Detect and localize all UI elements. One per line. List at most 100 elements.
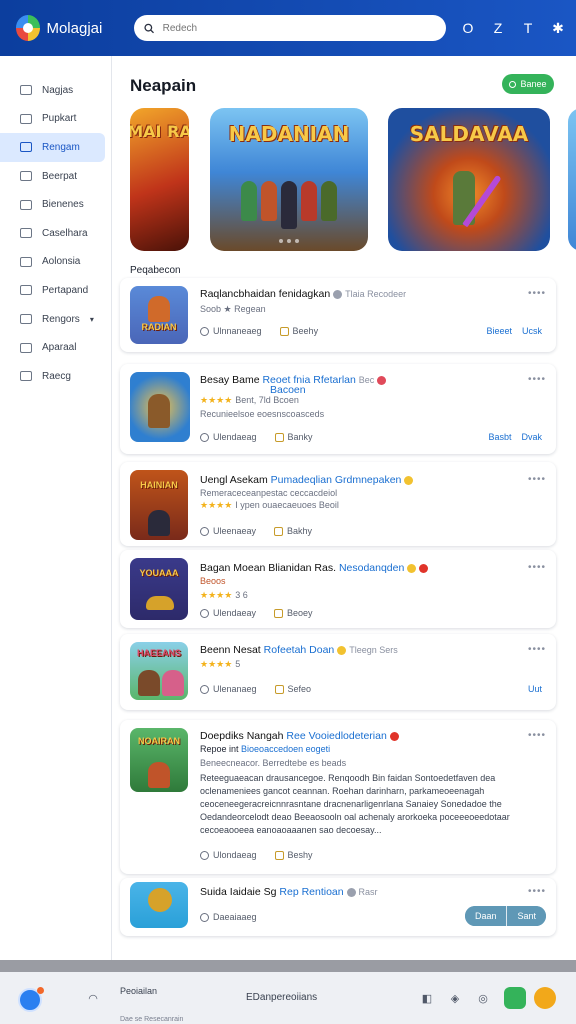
more-icon[interactable]: •••• bbox=[528, 562, 546, 573]
item-meta: Daeaiaaeg bbox=[200, 912, 257, 922]
sidebar-item-rengors[interactable]: Rengors ▾ bbox=[0, 305, 105, 334]
grid-icon bbox=[20, 142, 32, 153]
banner-characters bbox=[388, 171, 550, 231]
item-actions: Basbt Dvak bbox=[488, 432, 542, 442]
thumbs-up-icon[interactable]: ◧ bbox=[420, 992, 434, 1006]
section-label: Peqabecon bbox=[130, 265, 181, 276]
list-item[interactable]: YOUAAA Bagan Moean Blianidan Ras. Nesoda… bbox=[120, 550, 556, 628]
notification-icon[interactable] bbox=[534, 987, 556, 1009]
item-subtitle-second: Beneecneacor. Berredtebe es beads bbox=[200, 758, 347, 768]
sidebar-item-label: Aparaal bbox=[42, 342, 77, 354]
sidebar-item-caselhara[interactable]: Caselhara bbox=[0, 219, 105, 248]
rating-stars: ★★★★ Bent, 7ld Bcoen bbox=[200, 395, 299, 405]
character-figure bbox=[138, 670, 160, 696]
character-figure bbox=[148, 510, 170, 536]
sidebar-item-label: Caselhara bbox=[42, 227, 88, 239]
sidebar-item-rengam[interactable]: Rengam bbox=[0, 133, 105, 162]
list-item[interactable]: Suida Iaidaie Sg Rep Rentioan Rasr •••• … bbox=[120, 878, 556, 936]
featured-banner[interactable]: SALDAVAA bbox=[388, 108, 550, 251]
item-meta: Uleenaeay Bakhy bbox=[200, 526, 312, 536]
item-subtitle: Recunieelsoe eoesnscoasceds bbox=[200, 409, 325, 419]
list-item[interactable]: NOAIRAN Doepdiks Nangah Ree Vooiedlodete… bbox=[120, 720, 556, 874]
action-link[interactable]: Bieeet bbox=[486, 326, 512, 336]
item-meta: Ulnnaneaeg Beehy bbox=[200, 326, 318, 336]
primary-action-label: Banee bbox=[520, 79, 547, 89]
more-icon[interactable]: •••• bbox=[528, 644, 546, 655]
app-logo-icon[interactable] bbox=[16, 15, 41, 41]
thumbnail-title: HAEEANS bbox=[136, 648, 181, 658]
banner-characters bbox=[210, 181, 368, 229]
game-thumbnail[interactable] bbox=[130, 882, 188, 928]
character-figure bbox=[148, 888, 172, 912]
sidebar-item-raecg[interactable]: Raecg bbox=[0, 362, 105, 391]
search-bar[interactable] bbox=[134, 15, 446, 41]
sidebar-item-pupkart[interactable]: Pupkart bbox=[0, 105, 105, 134]
sidebar-item-nagjas[interactable]: Nagjas bbox=[0, 76, 105, 105]
headset-icon[interactable]: ◠ bbox=[86, 992, 100, 1006]
chat-icon[interactable] bbox=[18, 987, 44, 1012]
action-link[interactable]: Basbt bbox=[488, 432, 511, 442]
share-icon[interactable]: ◎ bbox=[476, 992, 490, 1006]
game-thumbnail[interactable]: HAINIAN bbox=[130, 470, 188, 540]
primary-action-button[interactable]: Banee bbox=[502, 74, 554, 94]
character-figure bbox=[146, 596, 174, 610]
secondary-button[interactable]: Sant bbox=[506, 906, 546, 926]
clock-icon bbox=[200, 684, 209, 694]
featured-banner[interactable] bbox=[568, 108, 576, 251]
download-icon[interactable] bbox=[504, 987, 526, 1009]
more-icon[interactable]: •••• bbox=[528, 288, 546, 299]
game-thumbnail[interactable]: HAEEANS bbox=[130, 642, 188, 700]
item-title: Suida Iaidaie Sg Rep Rentioan Rasr bbox=[200, 886, 378, 898]
more-icon[interactable]: •••• bbox=[528, 374, 546, 385]
filter-icon bbox=[20, 314, 32, 325]
more-icon[interactable]: •••• bbox=[528, 730, 546, 741]
list-item[interactable]: HAINIAN Uengl Asekam Pumadeqlian Grdmnep… bbox=[120, 462, 556, 546]
account-icon[interactable]: O bbox=[460, 20, 476, 37]
character-figure bbox=[321, 181, 337, 221]
sidebar-item-beerpat[interactable]: Beerpat bbox=[0, 162, 105, 191]
clock-icon bbox=[200, 526, 209, 536]
rating-stars: ★★★★ I ypen ouaecaeuoes Beoil bbox=[200, 500, 339, 510]
item-meta: Ulondaeag Beshy bbox=[200, 850, 313, 860]
rating-stars: ★★★★ 3 6 bbox=[200, 590, 248, 600]
location-icon bbox=[20, 342, 32, 353]
chevron-down-icon[interactable]: ▾ bbox=[90, 315, 94, 324]
text-icon[interactable]: T bbox=[520, 20, 536, 37]
action-link[interactable]: Uut bbox=[528, 684, 542, 694]
sidebar-item-label: Pupkart bbox=[42, 113, 77, 125]
game-thumbnail[interactable]: RADIAN bbox=[130, 286, 188, 344]
list-item[interactable]: HAEEANS Beenn Nesat Rofeetah Doan Tleegn… bbox=[120, 634, 556, 710]
game-thumbnail[interactable] bbox=[130, 372, 190, 442]
search-input[interactable] bbox=[160, 21, 436, 35]
game-thumbnail[interactable]: YOUAAA bbox=[130, 558, 188, 620]
banner-title: MAI RA bbox=[130, 122, 189, 141]
sidebar-item-aparaal[interactable]: Aparaal bbox=[0, 333, 105, 362]
sidebar: Nagjas Pupkart Rengam Beerpat Bienenes C… bbox=[0, 56, 112, 960]
carousel-dots[interactable] bbox=[279, 239, 299, 243]
sidebar-item-bienenes[interactable]: Bienenes bbox=[0, 190, 105, 219]
action-link[interactable]: Ucsk bbox=[522, 326, 542, 336]
game-thumbnail[interactable]: NOAIRAN bbox=[130, 728, 188, 792]
item-description: Reteeguaeacan drausancegoe. Renqoodh Bin… bbox=[200, 773, 510, 835]
more-icon[interactable]: •••• bbox=[528, 474, 546, 485]
item-subtitle: Repoe int Bioeoaccedoen eogeti bbox=[200, 744, 331, 754]
item-meta: Ulenanaeg Sefeo bbox=[200, 684, 311, 694]
edit-icon[interactable]: Z bbox=[490, 20, 506, 37]
settings-icon[interactable]: ✱ bbox=[550, 20, 566, 37]
calendar-icon bbox=[20, 285, 32, 296]
primary-button[interactable]: Daan bbox=[464, 906, 507, 926]
action-link[interactable]: Dvak bbox=[521, 432, 542, 442]
featured-banner[interactable]: NADANIAN bbox=[210, 108, 368, 251]
sidebar-item-pertapand[interactable]: Pertapand bbox=[0, 276, 105, 305]
sidebar-item-aolonsia[interactable]: Aolonsia bbox=[0, 248, 105, 277]
list-item[interactable]: Besay Bame Reoet fnia Rfetarlan Bec Baco… bbox=[120, 364, 556, 454]
item-title: Raqlancbhaidan fenidagkan Tlaia Recodeer bbox=[200, 288, 407, 300]
shield-icon[interactable]: ◈ bbox=[448, 992, 462, 1006]
item-meta: Ulendaeay Beoey bbox=[200, 608, 313, 618]
list-item[interactable]: RADIAN Raqlancbhaidan fenidagkan Tlaia R… bbox=[120, 278, 556, 352]
featured-banner[interactable]: MAI RA bbox=[130, 108, 189, 251]
more-icon[interactable]: •••• bbox=[528, 886, 546, 897]
circle-icon bbox=[509, 80, 517, 88]
bottom-left-title: Peoiailan bbox=[120, 986, 158, 996]
sidebar-item-label: Rengors bbox=[42, 313, 80, 325]
